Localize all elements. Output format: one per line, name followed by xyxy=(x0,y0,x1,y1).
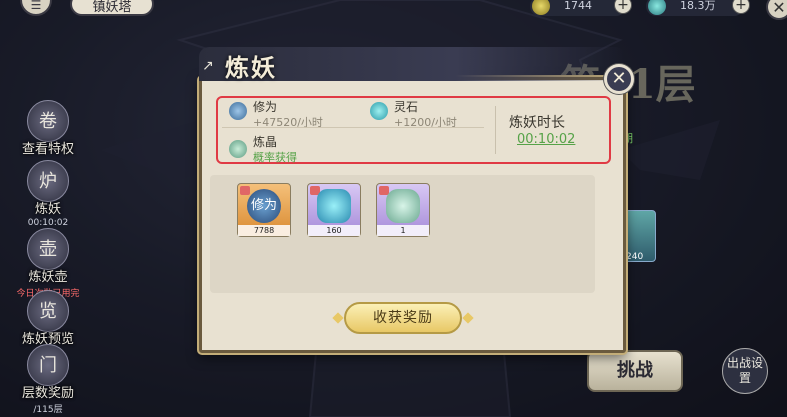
reward-glyph: 修为 xyxy=(247,189,281,223)
collect-reward-button[interactable]: 收获奖励 xyxy=(344,302,462,334)
resource-b-value: 18.3万 xyxy=(680,0,716,12)
resource-a: 1744 + xyxy=(530,0,632,16)
reward-count: 160 xyxy=(308,225,360,236)
income-name: 灵石 xyxy=(394,100,419,114)
resource-a-add-button[interactable]: + xyxy=(614,0,632,14)
resource-a-value: 1744 xyxy=(564,0,592,12)
sidebar-item-gourd[interactable]: 壶 炼妖壶 今日次数已用完 xyxy=(10,228,86,299)
sidebar-timer: 00:10:02 xyxy=(27,218,69,228)
crystal-name: 炼晶 xyxy=(253,135,278,149)
sidebar-item-floor-reward[interactable]: 门 层数奖励 /115层 xyxy=(10,344,86,415)
sidebar-item-preview[interactable]: 览 炼妖预览 xyxy=(10,290,86,347)
reward-preview-count: 240 xyxy=(626,252,644,262)
cultivation-icon xyxy=(229,102,247,120)
gate-icon: 门 xyxy=(27,344,69,386)
close-icon[interactable]: ✕ xyxy=(604,64,634,94)
divider xyxy=(222,127,484,128)
income-name: 修为 xyxy=(253,100,278,114)
resource-b: 18.3万 + xyxy=(646,0,750,16)
modal-title: 炼妖 xyxy=(225,53,277,82)
preview-icon: 览 xyxy=(27,290,69,332)
resource-b-add-button[interactable]: + xyxy=(732,0,750,14)
sidebar-label: 炼妖 xyxy=(34,202,61,217)
reward-count: 7788 xyxy=(238,225,290,236)
spirit-stone-icon xyxy=(317,189,351,223)
crystal-icon xyxy=(229,140,247,158)
sidebar-label: 炼妖壶 xyxy=(28,270,68,285)
reward-item-spirit-stone[interactable]: 160 xyxy=(307,183,361,237)
reward-count: 1 xyxy=(377,225,429,236)
location-title: 镇妖塔 xyxy=(70,0,154,16)
cloud-icon: ↗ xyxy=(202,58,214,74)
sidebar-item-privileges[interactable]: 卷 查看特权 xyxy=(10,100,86,157)
sidebar-progress: /115层 xyxy=(33,405,63,415)
gourd-icon: 壶 xyxy=(27,228,69,270)
menu-icon[interactable]: ☰ xyxy=(20,0,52,16)
crystal-icon xyxy=(386,189,420,223)
furnace-icon: 炉 xyxy=(27,160,69,202)
top-bar: ☰ 镇妖塔 1744 + 18.3万 + ✕ xyxy=(0,0,787,22)
close-icon[interactable]: ✕ xyxy=(766,0,787,20)
crystal-note: 概率获得 xyxy=(253,151,297,164)
sidebar-label: 查看特权 xyxy=(21,142,74,157)
divider xyxy=(495,106,496,154)
reward-item-cultivation[interactable]: 修为 7788 xyxy=(237,183,291,237)
sidebar-label: 层数奖励 xyxy=(21,386,74,401)
spirit-stone-icon xyxy=(648,0,666,15)
reward-item-crystal[interactable]: 1 xyxy=(376,183,430,237)
tag-icon xyxy=(240,186,250,195)
duration-value: 00:10:02 xyxy=(517,132,576,147)
duration-label: 炼妖时长 xyxy=(509,115,565,131)
challenge-button[interactable]: 挑战 xyxy=(587,350,683,392)
battle-setting-button[interactable]: 出战设置 xyxy=(722,348,768,394)
scroll-icon: 卷 xyxy=(27,100,69,142)
sidebar-item-refine[interactable]: 炉 炼妖 00:10:02 xyxy=(10,160,86,228)
spirit-stone-icon xyxy=(370,102,388,120)
gold-coin-icon xyxy=(532,0,550,15)
